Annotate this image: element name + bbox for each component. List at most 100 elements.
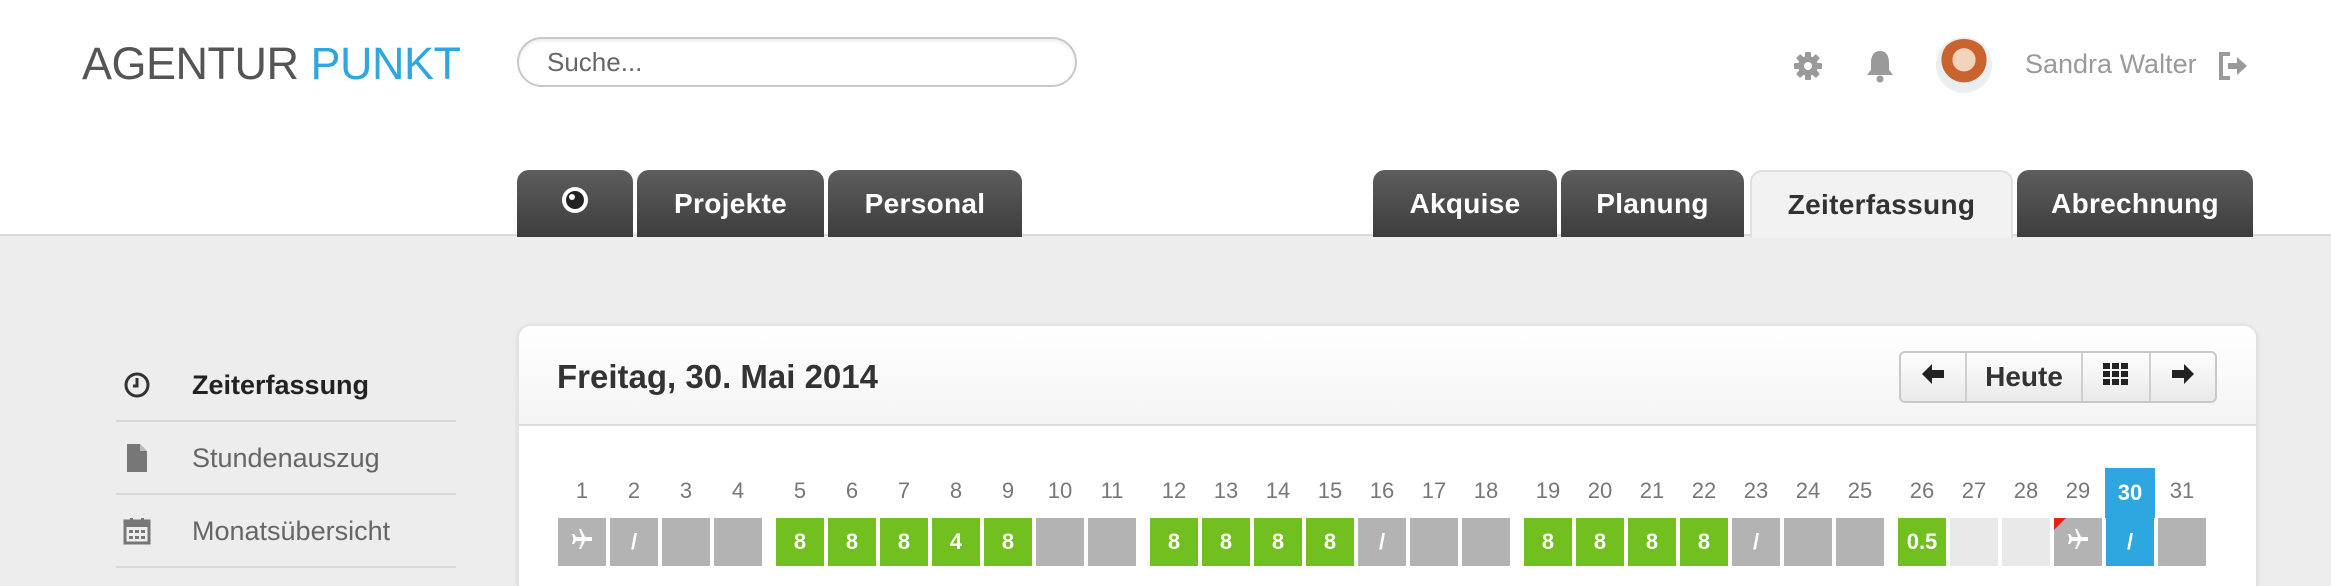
day-number[interactable]: 15	[1305, 478, 1355, 504]
day-cell[interactable]	[1088, 518, 1136, 566]
sidebar-item-monatsuebersicht[interactable]: Monatsübersicht	[116, 496, 456, 568]
day-cell[interactable]: 8	[1524, 518, 1572, 566]
day-cell[interactable]: 8	[1254, 518, 1302, 566]
day-cell[interactable]	[1462, 518, 1510, 566]
day-cell[interactable]: 8	[1576, 518, 1624, 566]
day-cell[interactable]	[2054, 518, 2102, 566]
day-cell[interactable]: 8	[1150, 518, 1198, 566]
day-number[interactable]: 29	[2053, 478, 2103, 504]
sidebar-item-zeiterfassung[interactable]: Zeiterfassung	[116, 350, 456, 422]
day-cell[interactable]: 4	[932, 518, 980, 566]
plane-icon	[571, 528, 593, 556]
day-cell[interactable]	[662, 518, 710, 566]
day-cell[interactable]: 8	[828, 518, 876, 566]
day-number[interactable]: 10	[1035, 478, 1085, 504]
day-cell[interactable]: /	[2106, 518, 2154, 566]
logo[interactable]: AGENTUR PUNKT	[82, 38, 461, 90]
day-number[interactable]: 12	[1149, 478, 1199, 504]
day-number[interactable]: 25	[1835, 478, 1885, 504]
day-cell[interactable]: 8	[1306, 518, 1354, 566]
day-cell[interactable]	[2002, 518, 2050, 566]
day-cell[interactable]: /	[1732, 518, 1780, 566]
grid-icon	[2102, 361, 2130, 393]
clock-icon	[120, 368, 154, 402]
day-hours: /	[1752, 529, 1760, 554]
month-grid-button[interactable]	[2083, 353, 2151, 401]
tab-akquise[interactable]: Akquise	[1373, 170, 1557, 237]
logo-text-part1: AGENTUR	[82, 38, 299, 89]
day-hours: 8	[1541, 529, 1555, 554]
day-number[interactable]: 8	[931, 478, 981, 504]
day-cell[interactable]	[1836, 518, 1884, 566]
day-number[interactable]: 26	[1897, 478, 1947, 504]
day-hours: /	[2126, 529, 2134, 554]
day-cell[interactable]: 8	[776, 518, 824, 566]
day-cell[interactable]: 8	[1680, 518, 1728, 566]
day-number[interactable]: 2	[609, 478, 659, 504]
tab-label: Zeiterfassung	[1787, 189, 1976, 220]
day-cell[interactable]	[1410, 518, 1458, 566]
day-number[interactable]: 13	[1201, 478, 1251, 504]
day-cell[interactable]	[1950, 518, 1998, 566]
day-number[interactable]: 18	[1461, 478, 1511, 504]
day-number[interactable]: 11	[1087, 478, 1137, 504]
day-cell[interactable]: 8	[984, 518, 1032, 566]
day-cell[interactable]: /	[1358, 518, 1406, 566]
day-cell[interactable]	[2158, 518, 2206, 566]
day-cell[interactable]: /	[610, 518, 658, 566]
sidebar-item-label: Monatsübersicht	[192, 515, 391, 546]
bell-icon[interactable]	[1862, 48, 1898, 84]
day-cell[interactable]: 8	[1628, 518, 1676, 566]
tab-projekte[interactable]: Projekte	[637, 170, 824, 237]
day-number-today[interactable]: 30	[2105, 468, 2155, 518]
gear-icon[interactable]	[1790, 48, 1826, 84]
tab-personal[interactable]: Personal	[828, 170, 1022, 237]
sidebar-item-stundenauszug[interactable]: Stundenauszug	[116, 423, 456, 495]
day-number[interactable]: 24	[1783, 478, 1833, 504]
day-cell[interactable]: 8	[880, 518, 928, 566]
sidebar-item-label: Stundenauszug	[192, 442, 380, 473]
day-number[interactable]: 22	[1679, 478, 1729, 504]
logout-icon[interactable]	[2216, 48, 2252, 84]
day-cell[interactable]	[1784, 518, 1832, 566]
day-cell[interactable]: 8	[1202, 518, 1250, 566]
tab-overview[interactable]	[517, 170, 633, 237]
day-number[interactable]: 21	[1627, 478, 1677, 504]
tab-zeiterfassung[interactable]: Zeiterfassung	[1750, 170, 2013, 238]
day-cell[interactable]	[714, 518, 762, 566]
user-name[interactable]: Sandra Walter	[2025, 49, 2197, 80]
tab-planung[interactable]: Planung	[1561, 170, 1744, 237]
day-number[interactable]: 31	[2157, 478, 2207, 504]
day-number[interactable]: 16	[1357, 478, 1407, 504]
day-number[interactable]: 23	[1731, 478, 1781, 504]
day-number[interactable]: 7	[879, 478, 929, 504]
day-hours: 8	[845, 529, 859, 554]
day-number[interactable]: 4	[713, 478, 763, 504]
day-number[interactable]: 3	[661, 478, 711, 504]
day-hours: /	[630, 529, 638, 554]
day-number[interactable]: 28	[2001, 478, 2051, 504]
day-number[interactable]: 14	[1253, 478, 1303, 504]
day-cell[interactable]	[558, 518, 606, 566]
day-number[interactable]: 19	[1523, 478, 1573, 504]
today-label: Heute	[1985, 361, 2063, 392]
today-button[interactable]: Heute	[1967, 353, 2083, 401]
tab-label: Planung	[1596, 187, 1709, 219]
day-number[interactable]: 5	[775, 478, 825, 504]
day-number[interactable]: 20	[1575, 478, 1625, 504]
day-number[interactable]: 17	[1409, 478, 1459, 504]
search-input[interactable]	[517, 37, 1077, 87]
next-day-button[interactable]	[2151, 353, 2215, 401]
tab-abrechnung[interactable]: Abrechnung	[2017, 170, 2253, 237]
day-number[interactable]: 27	[1949, 478, 1999, 504]
day-hours: 8	[1593, 529, 1607, 554]
day-number[interactable]: 9	[983, 478, 1033, 504]
previous-day-button[interactable]	[1901, 353, 1967, 401]
page-title: Freitag, 30. Mai 2014	[557, 358, 878, 395]
avatar[interactable]	[1936, 37, 1992, 93]
day-hours: 8	[1645, 529, 1659, 554]
day-number[interactable]: 6	[827, 478, 877, 504]
day-number[interactable]: 1	[557, 478, 607, 504]
day-cell[interactable]: 0.5	[1898, 518, 1946, 566]
day-cell[interactable]	[1036, 518, 1084, 566]
